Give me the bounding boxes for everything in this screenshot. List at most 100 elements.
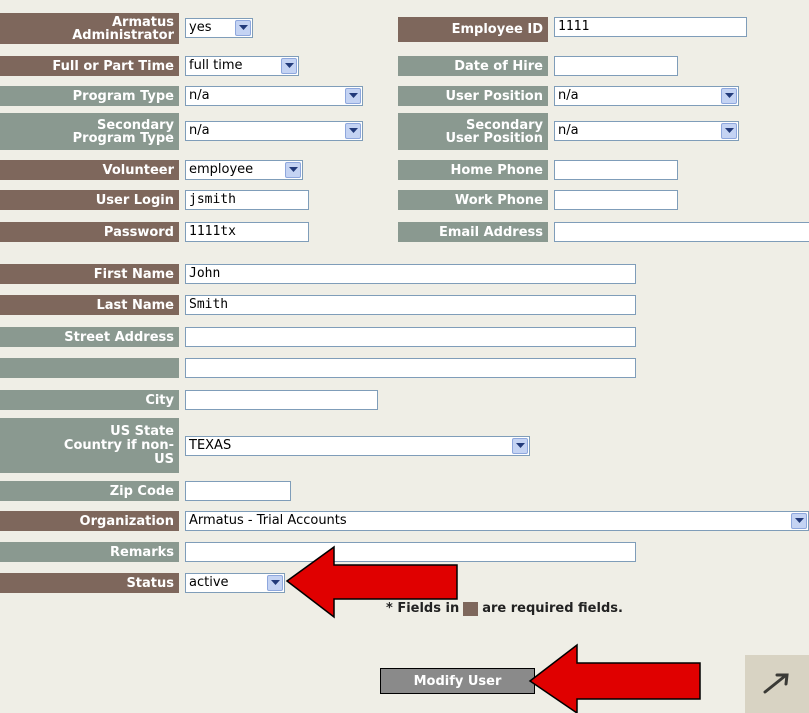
user-position-label-text: User Position [445,88,543,104]
status-value: active [189,575,229,590]
state-select[interactable]: TEXAS [185,436,530,456]
required-note-suffix: are required fields. [482,601,623,616]
remarks-label-text: Remarks [110,544,174,560]
first-name-label: First Name [0,264,179,284]
secondary-user-position-label: Secondary User Position [398,113,548,150]
secondary-program-type-label-line1: Secondary [96,117,174,133]
first-name-input[interactable]: John [185,264,636,284]
full-part-time-label-text: Full or Part Time [52,58,174,74]
annotation-arrow-status [285,545,458,619]
armatus-admin-select[interactable]: yes [185,18,253,38]
city-label-text: City [145,392,174,408]
date-of-hire-input[interactable] [554,56,678,76]
zip-code-label: Zip Code [0,481,179,501]
chevron-down-icon[interactable] [281,58,297,74]
full-part-time-label: Full or Part Time [0,56,179,76]
chevron-down-icon[interactable] [285,162,301,178]
armatus-admin-label: Armatus Administrator [0,13,179,44]
last-name-label: Last Name [0,295,179,315]
password-label: Password [0,222,179,242]
resize-corner-image[interactable] [745,655,809,713]
chevron-down-icon[interactable] [721,123,737,139]
password-input[interactable]: 1111tx [185,222,309,242]
employee-id-label: Employee ID [398,17,548,42]
work-phone-label-text: Work Phone [454,192,543,208]
secondary-program-type-label-line2: Program Type [72,130,174,146]
secondary-user-position-label-line2: User Position [445,130,543,146]
modify-user-button[interactable]: Modify User [380,668,535,694]
state-label: US State Country if non- US [0,418,179,473]
organization-label-text: Organization [79,513,174,529]
user-position-label: User Position [398,86,548,106]
armatus-admin-label-line1: Armatus [112,14,174,30]
work-phone-label: Work Phone [398,190,548,210]
remarks-label: Remarks [0,542,179,562]
employee-id-input[interactable]: 1111 [554,17,747,37]
street-address-2-label [0,358,179,378]
chevron-down-icon[interactable] [235,20,251,36]
work-phone-input[interactable] [554,190,678,210]
street-address-label: Street Address [0,327,179,347]
last-name-input[interactable]: Smith [185,295,636,315]
state-label-line2: Country if non- [63,437,174,453]
home-phone-input[interactable] [554,160,678,180]
home-phone-label: Home Phone [398,160,548,180]
user-login-label: User Login [0,190,179,210]
email-address-label: Email Address [398,222,548,242]
organization-label: Organization [0,511,179,531]
last-name-label-text: Last Name [96,297,174,313]
organization-value: Armatus - Trial Accounts [189,513,347,528]
secondary-program-type-select[interactable]: n/a [185,121,363,141]
street-address-input[interactable] [185,327,636,347]
user-login-label-text: User Login [95,192,174,208]
status-select[interactable]: active [185,573,285,593]
volunteer-value: employee [189,162,254,177]
state-label-line3: US [154,451,174,467]
organization-select[interactable]: Armatus - Trial Accounts [185,511,809,531]
chevron-down-icon[interactable] [791,513,807,529]
employee-id-label-text: Employee ID [451,22,543,37]
chevron-down-icon[interactable] [267,575,283,591]
volunteer-select[interactable]: employee [185,160,303,180]
street-address-2-input[interactable] [185,358,636,378]
program-type-select[interactable]: n/a [185,86,363,106]
armatus-admin-label-line2: Administrator [72,27,174,43]
email-address-input[interactable] [554,222,809,242]
user-position-value: n/a [558,88,579,103]
program-type-label: Program Type [0,86,179,106]
password-label-text: Password [103,224,174,240]
zip-code-label-text: Zip Code [109,483,174,499]
secondary-user-position-select[interactable]: n/a [554,121,739,141]
program-type-value: n/a [189,88,210,103]
user-login-input[interactable]: jsmith [185,190,309,210]
chevron-down-icon[interactable] [345,123,361,139]
secondary-user-position-label-line1: Secondary [465,117,543,133]
first-name-label-text: First Name [93,266,174,282]
volunteer-label-text: Volunteer [102,162,174,178]
status-label-text: Status [126,575,174,591]
city-label: City [0,390,179,410]
date-of-hire-label: Date of Hire [398,56,548,76]
armatus-admin-value: yes [189,20,212,35]
full-part-time-value: full time [189,58,243,73]
state-value: TEXAS [189,438,232,453]
date-of-hire-label-text: Date of Hire [454,58,543,74]
annotation-arrow-modify-user [528,643,701,713]
zip-code-input[interactable] [185,481,291,501]
secondary-program-type-label: Secondary Program Type [0,113,179,150]
city-input[interactable] [185,390,378,410]
chevron-down-icon[interactable] [721,88,737,104]
status-label: Status [0,573,179,593]
home-phone-label-text: Home Phone [450,162,544,178]
state-label-line1: US State [110,423,174,439]
diagonal-arrow-icon [763,673,789,694]
chevron-down-icon[interactable] [345,88,361,104]
street-address-label-text: Street Address [64,329,174,345]
email-address-label-text: Email Address [438,224,543,240]
chevron-down-icon[interactable] [512,438,528,454]
full-part-time-select[interactable]: full time [185,56,299,76]
program-type-label-text: Program Type [72,88,174,104]
required-color-swatch [463,601,479,616]
user-position-select[interactable]: n/a [554,86,739,106]
secondary-user-position-value: n/a [558,123,579,138]
